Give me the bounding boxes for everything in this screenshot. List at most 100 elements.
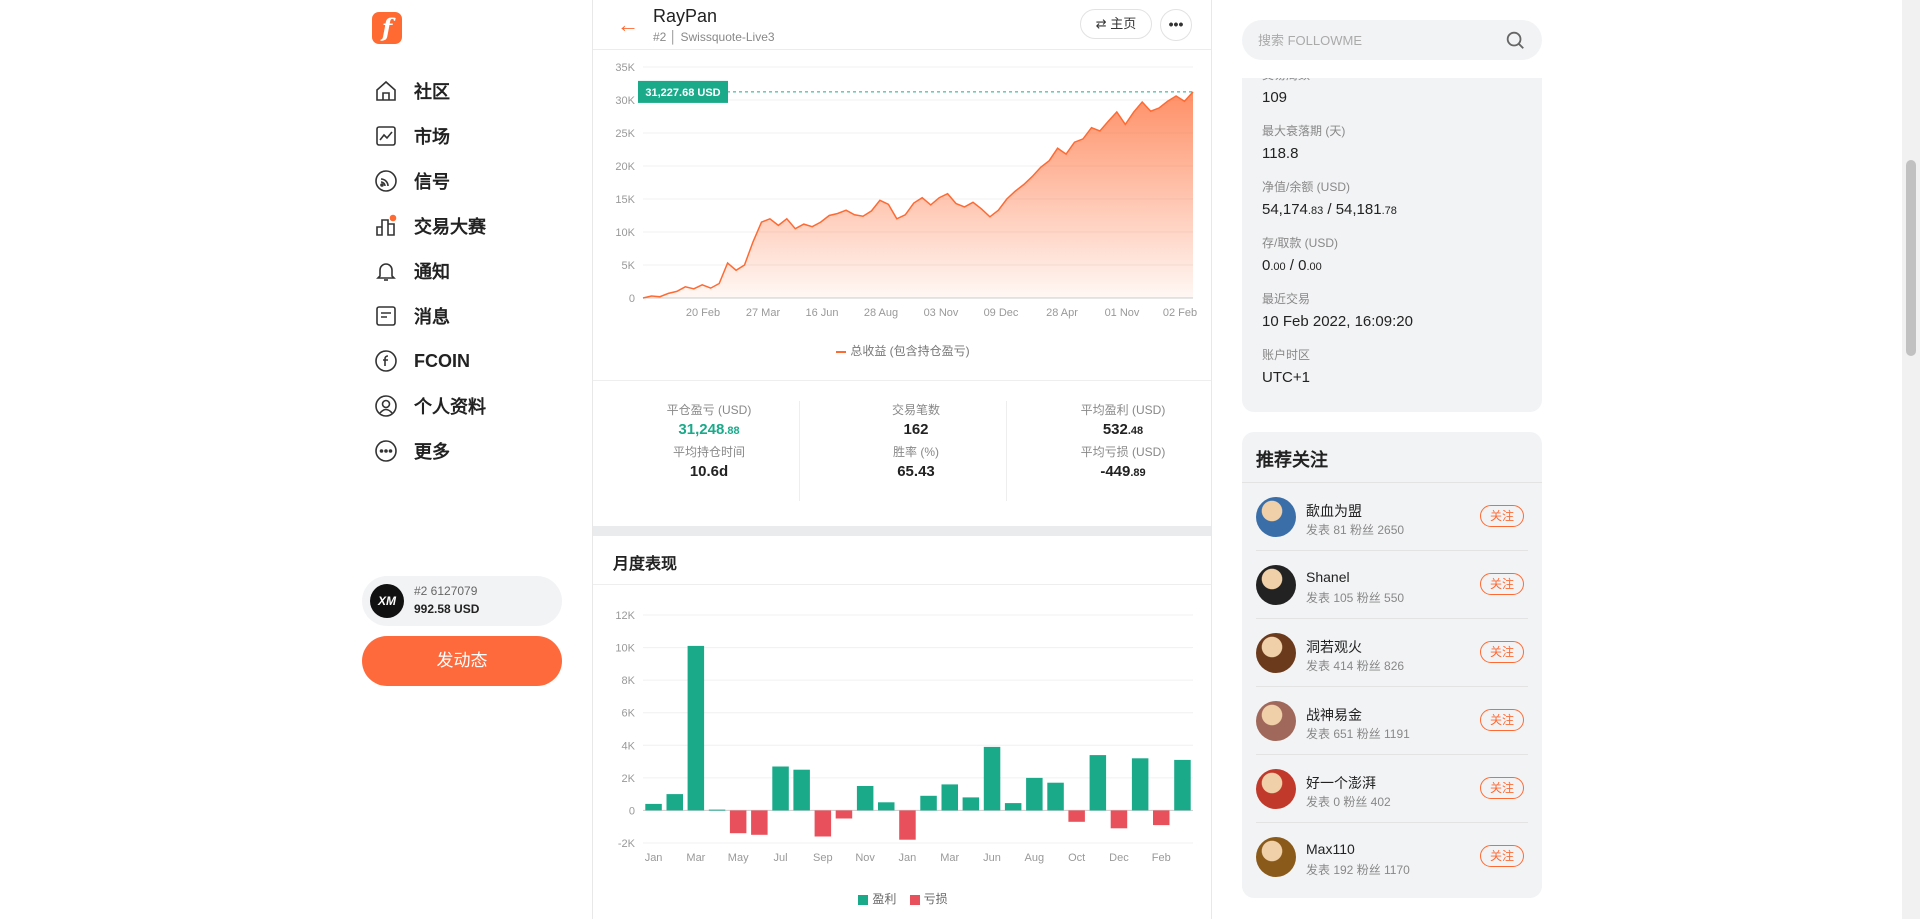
y-tick-label: 6K <box>622 708 636 720</box>
info-value-main: 118.8 <box>1262 145 1299 162</box>
nav-item-notification[interactable]: 通知 <box>374 254 450 288</box>
followme-logo[interactable]: f <box>372 12 402 44</box>
profit-bar <box>856 786 874 811</box>
account-switcher[interactable]: XM #2 6127079 992.58 USD <box>362 576 562 626</box>
stat-value-main: 532 <box>1102 421 1128 438</box>
x-tick-label: 28 Aug <box>864 307 898 319</box>
stat-value-decimal: .48 <box>1127 425 1144 437</box>
user-name[interactable]: Shanel <box>1306 569 1350 585</box>
recommended-user[interactable]: 战神易金 发表 651 粉丝 1191 关注 <box>1242 687 1542 755</box>
user-avatar[interactable] <box>1256 497 1296 537</box>
recommended-user[interactable]: Max110 发表 192 粉丝 1170 关注 <box>1242 823 1542 891</box>
profit-bar <box>793 769 810 811</box>
x-tick-label: Jan <box>645 852 663 864</box>
user-name[interactable]: 洞若观火 <box>1306 637 1362 657</box>
account-info-item: 账户时区 UTC+1 <box>1262 346 1310 386</box>
bell-icon <box>376 263 396 281</box>
user-avatar[interactable] <box>1256 701 1296 741</box>
stats-panel: 平仓盈亏 (USD) 31,248.88 交易笔数 162 平均盈利 (USD) 5… <box>593 380 1211 526</box>
follow-button[interactable]: 关注 <box>1480 709 1524 731</box>
scrollbar-thumb[interactable] <box>1906 160 1916 356</box>
x-tick-label: 27 Mar <box>746 307 781 319</box>
home-button[interactable]: ⇄ 主页 <box>1080 9 1152 39</box>
stat-label: 平均亏损 (USD) <box>1080 445 1166 459</box>
user-avatar[interactable] <box>1256 633 1296 673</box>
info-value: 0.00 / 0.00 <box>1262 257 1338 274</box>
follow-button[interactable]: 关注 <box>1480 505 1524 527</box>
nav-item-label: 信号 <box>414 172 450 192</box>
y-tick-label: 12K <box>615 610 635 622</box>
profit-bar <box>1174 759 1191 811</box>
nav-item-label: 交易大赛 <box>414 217 486 237</box>
follow-button[interactable]: 关注 <box>1480 573 1524 595</box>
recommended-user[interactable]: 好一个澎湃 发表 0 粉丝 402 关注 <box>1242 755 1542 823</box>
scrollbar[interactable] <box>1902 0 1920 919</box>
more-options-button[interactable]: ••• <box>1160 9 1192 41</box>
post-button[interactable]: 发动态 <box>362 636 562 686</box>
nav-item-profile[interactable]: 个人资料 <box>374 389 486 423</box>
x-tick-label: Mar <box>940 852 959 864</box>
legend-loss: 亏损 <box>923 892 948 906</box>
nav-item-market[interactable]: 市场 <box>374 119 450 153</box>
x-tick-label: May <box>728 852 749 864</box>
y-tick-label: 2K <box>622 773 636 785</box>
x-tick-label: Mar <box>686 852 705 864</box>
nav-item-contest[interactable]: 交易大赛 <box>374 209 486 243</box>
search-input[interactable] <box>1258 30 1488 50</box>
y-tick-label: 30K <box>615 95 635 107</box>
info-value-main-2: 0 <box>1298 257 1307 274</box>
nav-item-signal[interactable]: 信号 <box>374 164 450 198</box>
back-arrow-icon[interactable]: ← <box>617 12 639 38</box>
user-name[interactable]: Max110 <box>1306 841 1355 857</box>
user-stats: 发表 414 粉丝 826 <box>1306 659 1405 673</box>
account-info-item: 最大衰落期 (天) 118.8 <box>1262 122 1345 162</box>
info-value: 109 <box>1262 89 1310 106</box>
follow-button[interactable]: 关注 <box>1480 641 1524 663</box>
stat-label: 平均盈利 (USD) <box>1080 403 1166 417</box>
account-info-card: 交易周数 109 最大衰落期 (天) 118.8 净值/余额 (USD) 54,17… <box>1242 78 1542 412</box>
profit-bar <box>1004 803 1022 811</box>
profit-bar <box>920 795 937 811</box>
recommended-user[interactable]: Shanel 发表 105 粉丝 550 关注 <box>1242 551 1542 619</box>
follow-button[interactable]: 关注 <box>1480 845 1524 867</box>
info-value: UTC+1 <box>1262 369 1310 386</box>
user-avatar[interactable] <box>1256 769 1296 809</box>
nav-item-community[interactable]: 社区 <box>374 74 450 108</box>
stat-item: 平均盈利 (USD) 532.48 <box>1033 401 1211 438</box>
trader-name: RayPan <box>653 6 718 26</box>
stat-value-main: 10.6d <box>689 463 729 480</box>
x-tick-label: 02 Feb <box>1163 307 1197 319</box>
y-tick-label: 4K <box>622 740 636 752</box>
user-avatar[interactable] <box>1256 565 1296 605</box>
x-tick-label: 03 Nov <box>924 307 959 319</box>
recommended-user[interactable]: 歃血为盟 发表 81 粉丝 2650 关注 <box>1242 483 1542 551</box>
profit-bar <box>645 803 662 811</box>
nav-item-fcoin[interactable]: FCOIN <box>374 344 470 378</box>
legend-label: 总收益 (包含持仓盈亏) <box>850 344 970 358</box>
user-avatar[interactable] <box>1256 837 1296 877</box>
user-name[interactable]: 战神易金 <box>1306 705 1362 725</box>
nav-item-more[interactable]: 更多 <box>374 434 450 468</box>
info-label: 存/取款 (USD) <box>1262 236 1338 250</box>
user-name[interactable]: 歃血为盟 <box>1306 501 1362 521</box>
profile-header: ← RayPan #2 │ Swissquote-Live3 ⇄ 主页 ••• <box>593 0 1211 50</box>
follow-button[interactable]: 关注 <box>1480 777 1524 799</box>
recommend-title: 推荐关注 <box>1256 450 1328 470</box>
profit-bar <box>1047 782 1064 811</box>
last-value-label: 31,227.68 USD <box>645 87 720 99</box>
info-value-decimal-2: .00 <box>1306 261 1322 273</box>
loss-swatch <box>909 894 920 905</box>
monthly-legend: 盈利 亏损 <box>593 890 1211 907</box>
search-icon[interactable] <box>1504 29 1526 51</box>
user-name[interactable]: 好一个澎湃 <box>1306 773 1376 793</box>
recommended-user[interactable]: 洞若观火 发表 414 粉丝 826 关注 <box>1242 619 1542 687</box>
nav-item-label: 更多 <box>414 442 450 462</box>
account-info-item: 净值/余额 (USD) 54,174.83 / 54,181.78 <box>1262 178 1397 218</box>
home-icon <box>376 80 396 101</box>
x-tick-label: 09 Dec <box>984 307 1019 319</box>
user-stats: 发表 81 粉丝 2650 <box>1306 523 1405 537</box>
podium-icon <box>376 214 397 236</box>
account-id: #2 6127079 <box>414 584 478 598</box>
nav-item-messages[interactable]: 消息 <box>374 299 450 333</box>
fcoin-icon <box>375 350 397 372</box>
